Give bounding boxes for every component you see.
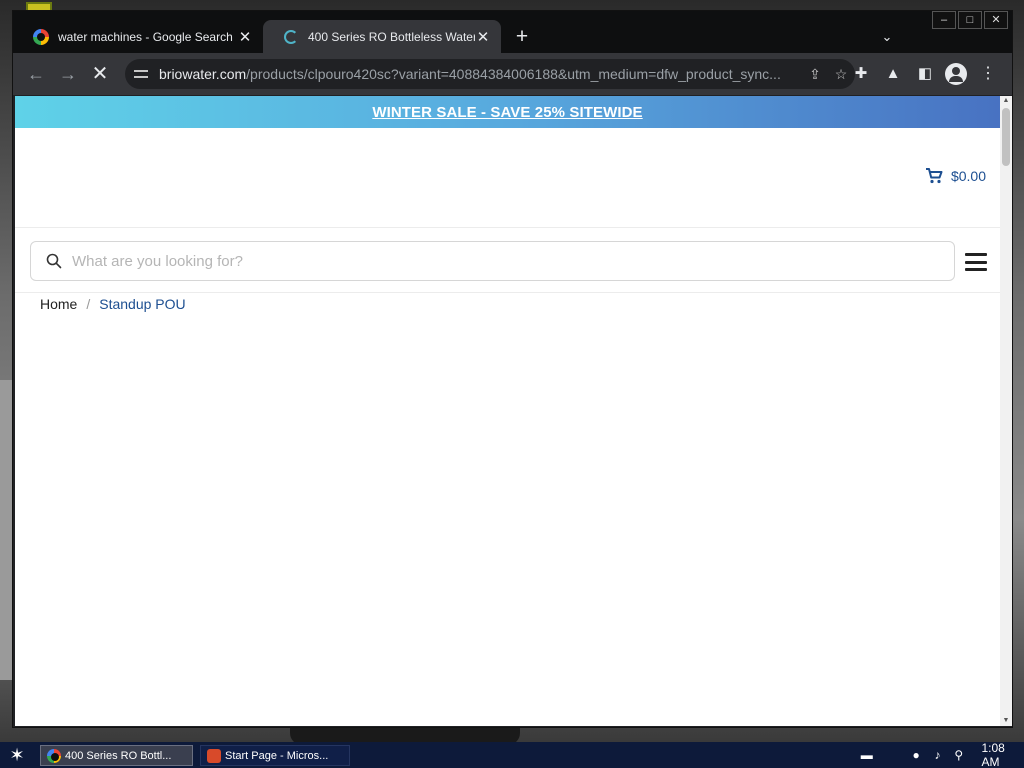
taskbar-item-label: 400 Series RO Bottl... [65, 749, 172, 762]
extensions-puzzle-icon[interactable]: ✚ [849, 62, 873, 86]
volume-icon[interactable]: ♪ [929, 747, 946, 763]
promo-link[interactable]: WINTER SALE - SAVE 25% SITEWIDE [372, 104, 642, 121]
taskbar: ✶ 400 Series RO Bottl... Start Page - Mi… [0, 741, 1024, 768]
new-tab-button[interactable]: + [510, 25, 534, 49]
cart-icon [925, 168, 943, 184]
breadcrumb: Home / Standup POU [40, 296, 186, 312]
cart-total: $0.00 [950, 168, 986, 184]
back-arrow-icon[interactable]: ← [23, 62, 49, 86]
site-info-icon[interactable] [133, 67, 149, 81]
hamburger-menu-icon[interactable] [965, 253, 987, 271]
taskbar-item-browser[interactable]: 400 Series RO Bottl... [40, 745, 193, 766]
network-icon[interactable]: ● [907, 747, 924, 763]
minimize-button[interactable]: – [932, 11, 956, 29]
close-window-button[interactable]: ✕ [984, 11, 1008, 29]
side-panel-icon[interactable]: ◧ [913, 62, 937, 86]
search-row [15, 229, 1000, 293]
stop-loading-icon[interactable]: ✕ [87, 62, 113, 86]
system-tray: ▬ ● ♪ ⚲ 1:08 AM [858, 741, 1024, 768]
maximize-button[interactable]: □ [958, 11, 982, 29]
forward-arrow-icon[interactable]: → [55, 62, 81, 86]
search-box[interactable] [30, 241, 955, 281]
app-icon [207, 748, 221, 763]
google-icon [33, 28, 49, 45]
close-icon[interactable]: ✕ [475, 28, 491, 46]
tab-product-page[interactable]: 400 Series RO Bottleless Water Cooler ✕ [263, 20, 501, 53]
scrollbar-thumb[interactable] [1002, 108, 1010, 166]
close-icon[interactable]: ✕ [237, 28, 253, 46]
search-input[interactable] [72, 252, 954, 270]
browser-menu-icon[interactable]: ⋮ [978, 62, 998, 86]
breadcrumb-separator: / [86, 296, 91, 312]
window-controls: – □ ✕ [930, 11, 1008, 29]
browser-toolbar: ← → ✕ briowater.com/products/clpouro420s… [13, 53, 1012, 95]
scroll-down-arrow-icon[interactable]: ▼ [1000, 716, 1012, 726]
tab-google-search[interactable]: water machines - Google Search ✕ [13, 20, 263, 53]
page-scrollbar[interactable]: ▲ ▼ [1000, 96, 1012, 726]
address-bar[interactable]: briowater.com/products/clpouro420sc?vari… [125, 59, 855, 89]
scroll-up-arrow-icon[interactable]: ▲ [1000, 96, 1012, 106]
briowater-favicon-icon [283, 29, 299, 45]
cart-button[interactable]: $0.00 [925, 168, 986, 184]
share-icon[interactable]: ⇪ [803, 62, 827, 86]
site-header: $0.00 [15, 128, 1000, 228]
tab-search-chevron-icon[interactable]: ⌄ [877, 25, 897, 49]
profile-avatar-icon[interactable] [945, 63, 967, 85]
breadcrumb-current-link[interactable]: Standup POU [99, 296, 185, 312]
search-icon [46, 253, 62, 269]
chrome-icon [47, 748, 61, 763]
taskbar-item-label: Start Page - Micros... [225, 749, 329, 762]
start-menu-icon[interactable]: ✶ [6, 745, 28, 765]
taskbar-item-start-page[interactable]: Start Page - Micros... [200, 745, 350, 766]
page-viewport: WINTER SALE - SAVE 25% SITEWIDE $0.00 Wh… [15, 96, 1000, 726]
browser-window: water machines - Google Search ✕ 400 Ser… [12, 10, 1013, 728]
keyboard-icon[interactable]: ▬ [858, 747, 875, 763]
tab-title: 400 Series RO Bottleless Water Cooler [308, 29, 475, 44]
search-tray-icon[interactable]: ⚲ [950, 747, 967, 763]
breadcrumb-home-link[interactable]: Home [40, 296, 77, 312]
url-text[interactable]: briowater.com/products/clpouro420sc?vari… [159, 66, 803, 82]
tab-title: water machines - Google Search [58, 29, 233, 44]
labs-flask-icon[interactable]: ▲ [881, 62, 905, 86]
clock[interactable]: 1:08 AM [982, 741, 1024, 768]
tab-strip: water machines - Google Search ✕ 400 Ser… [13, 11, 1012, 53]
promo-banner: WINTER SALE - SAVE 25% SITEWIDE [15, 96, 1000, 128]
